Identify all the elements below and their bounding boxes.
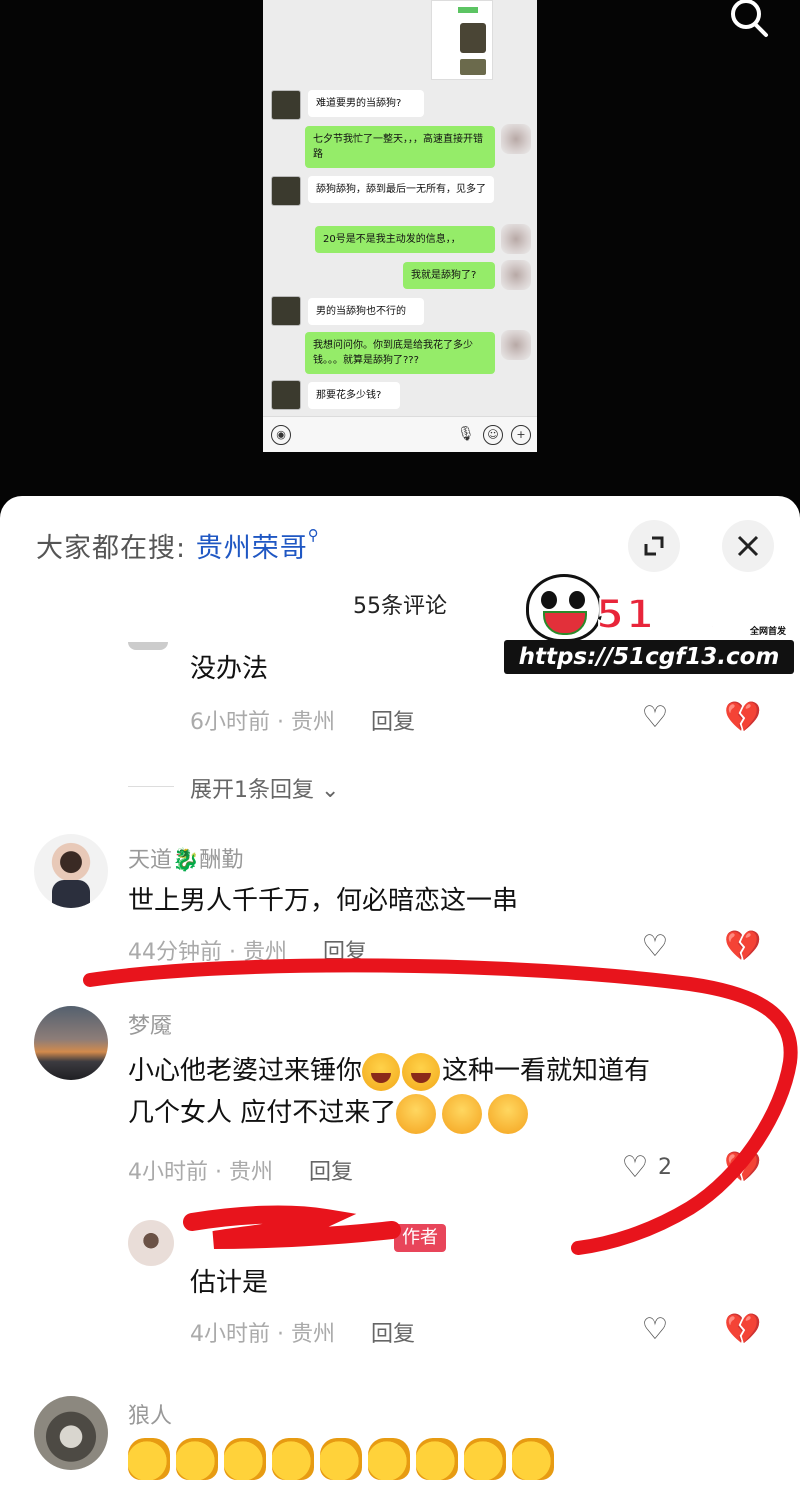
comment-sheet: 大家都在搜: 贵州荣哥⚲ 55条评论 没办法 6小时前 · 贵州 回复 ♡ 💔 展… [0, 496, 800, 1486]
blurred-avatar [501, 124, 531, 154]
chat-screenshot: 难道要男的当舔狗? 七夕节我忙了一整天，，，高速直接开错路 舔狗舔狗，舔到最后一… [263, 0, 537, 452]
contact-avatar [271, 90, 301, 120]
search-icon [731, 0, 768, 37]
contact-avatar [271, 380, 301, 410]
chat-bubble: 舔狗舔狗，舔到最后一无所有，见多了 [308, 176, 494, 203]
blurred-avatar [501, 224, 531, 254]
watermark-badge: 全网首发 [750, 627, 787, 637]
watermark-url: https://51cgf13.com [504, 640, 794, 674]
voice-icon: ◉ [271, 425, 291, 445]
blurred-avatar [501, 260, 531, 290]
chat-input-bar: ◉ 🎙 ☺ + [263, 416, 537, 452]
mascot-logo [526, 574, 602, 642]
blurred-avatar [501, 330, 531, 360]
watermark: 51吃瓜 全网首发 https://51cgf13.com [500, 568, 796, 678]
chat-bubble: 难道要男的当舔狗? [308, 90, 424, 117]
chat-bubble: 我想问问你。你到底是给我花了多少钱。。。就算是舔狗了??? [305, 332, 495, 374]
watermark-title: 51吃瓜 [595, 591, 740, 639]
chat-bubble: 七夕节我忙了一整天，，，高速直接开错路 [305, 126, 495, 168]
chat-bubble: 20号是不是我主动发的信息，， [315, 226, 495, 253]
contact-avatar [271, 296, 301, 326]
search-button[interactable] [722, 0, 778, 44]
video-area: 难道要男的当舔狗? 七夕节我忙了一整天，，，高速直接开错路 舔狗舔狗，舔到最后一… [0, 0, 800, 500]
plus-icon: + [511, 425, 531, 445]
chat-bubble: 男的当舔狗也不行的 [308, 298, 424, 325]
chat-bubble: 那要花多少钱? [308, 382, 400, 409]
emoji-icon: ☺ [483, 425, 503, 445]
mic-icon: 🎙 [457, 426, 475, 442]
contact-avatar [271, 176, 301, 206]
chat-image-card [431, 0, 493, 80]
chat-bubble: 我就是舔狗了? [403, 262, 495, 289]
